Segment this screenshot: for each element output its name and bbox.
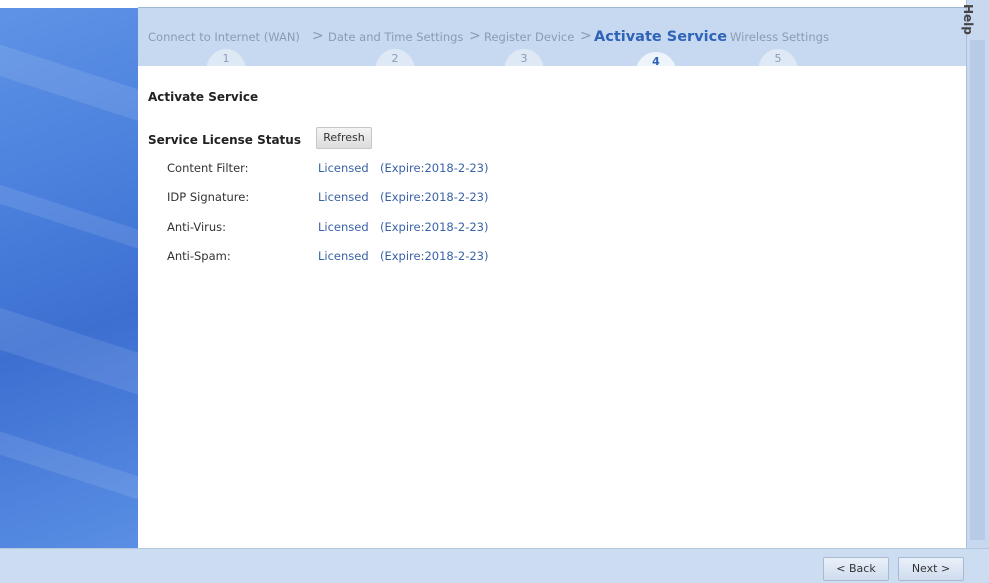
step-separator: > xyxy=(469,28,481,44)
license-name: IDP Signature: xyxy=(167,190,250,204)
next-button[interactable]: Next > xyxy=(898,557,964,581)
license-name: Anti-Spam: xyxy=(167,249,231,263)
panel-streak xyxy=(0,418,138,520)
step-label-activate: Activate Service xyxy=(594,29,728,45)
license-expiry: (Expire:2018-2-23) xyxy=(380,220,489,234)
step-label-register: Register Device xyxy=(484,30,575,44)
step-label-wireless: Wireless Settings xyxy=(730,30,829,44)
license-expiry: (Expire:2018-2-23) xyxy=(380,161,489,175)
page-title: Activate Service xyxy=(148,90,259,104)
wizard-step-bar: Connect to Internet (WAN) > Date and Tim… xyxy=(138,8,966,74)
license-expiry: (Expire:2018-2-23) xyxy=(380,190,489,204)
license-status-heading: Service License Status xyxy=(148,133,301,147)
help-panel-track xyxy=(970,40,985,540)
help-panel-tab[interactable]: Help xyxy=(961,0,989,548)
panel-streak xyxy=(0,168,138,266)
license-status: Licensed xyxy=(318,161,369,175)
license-name: Content Filter: xyxy=(167,161,249,175)
panel-streak xyxy=(0,301,138,415)
license-name: Anti-Virus: xyxy=(167,220,227,234)
license-status: Licensed xyxy=(318,249,369,263)
license-status: Licensed xyxy=(318,220,369,234)
main-content: Activate Service Service License Status … xyxy=(138,66,966,548)
step-label-date-time: Date and Time Settings xyxy=(328,30,464,44)
back-button[interactable]: < Back xyxy=(823,557,889,581)
side-decorative-panel xyxy=(0,8,138,548)
step-separator: > xyxy=(580,28,592,44)
step-label-wan: Connect to Internet (WAN) xyxy=(148,30,300,44)
wizard-footer: < Back Next > xyxy=(0,548,989,583)
license-status: Licensed xyxy=(318,190,369,204)
panel-streak xyxy=(0,34,138,132)
help-label[interactable]: Help xyxy=(961,4,975,35)
refresh-button[interactable]: Refresh xyxy=(316,127,372,149)
step-separator: > xyxy=(312,28,324,44)
license-expiry: (Expire:2018-2-23) xyxy=(380,249,489,263)
